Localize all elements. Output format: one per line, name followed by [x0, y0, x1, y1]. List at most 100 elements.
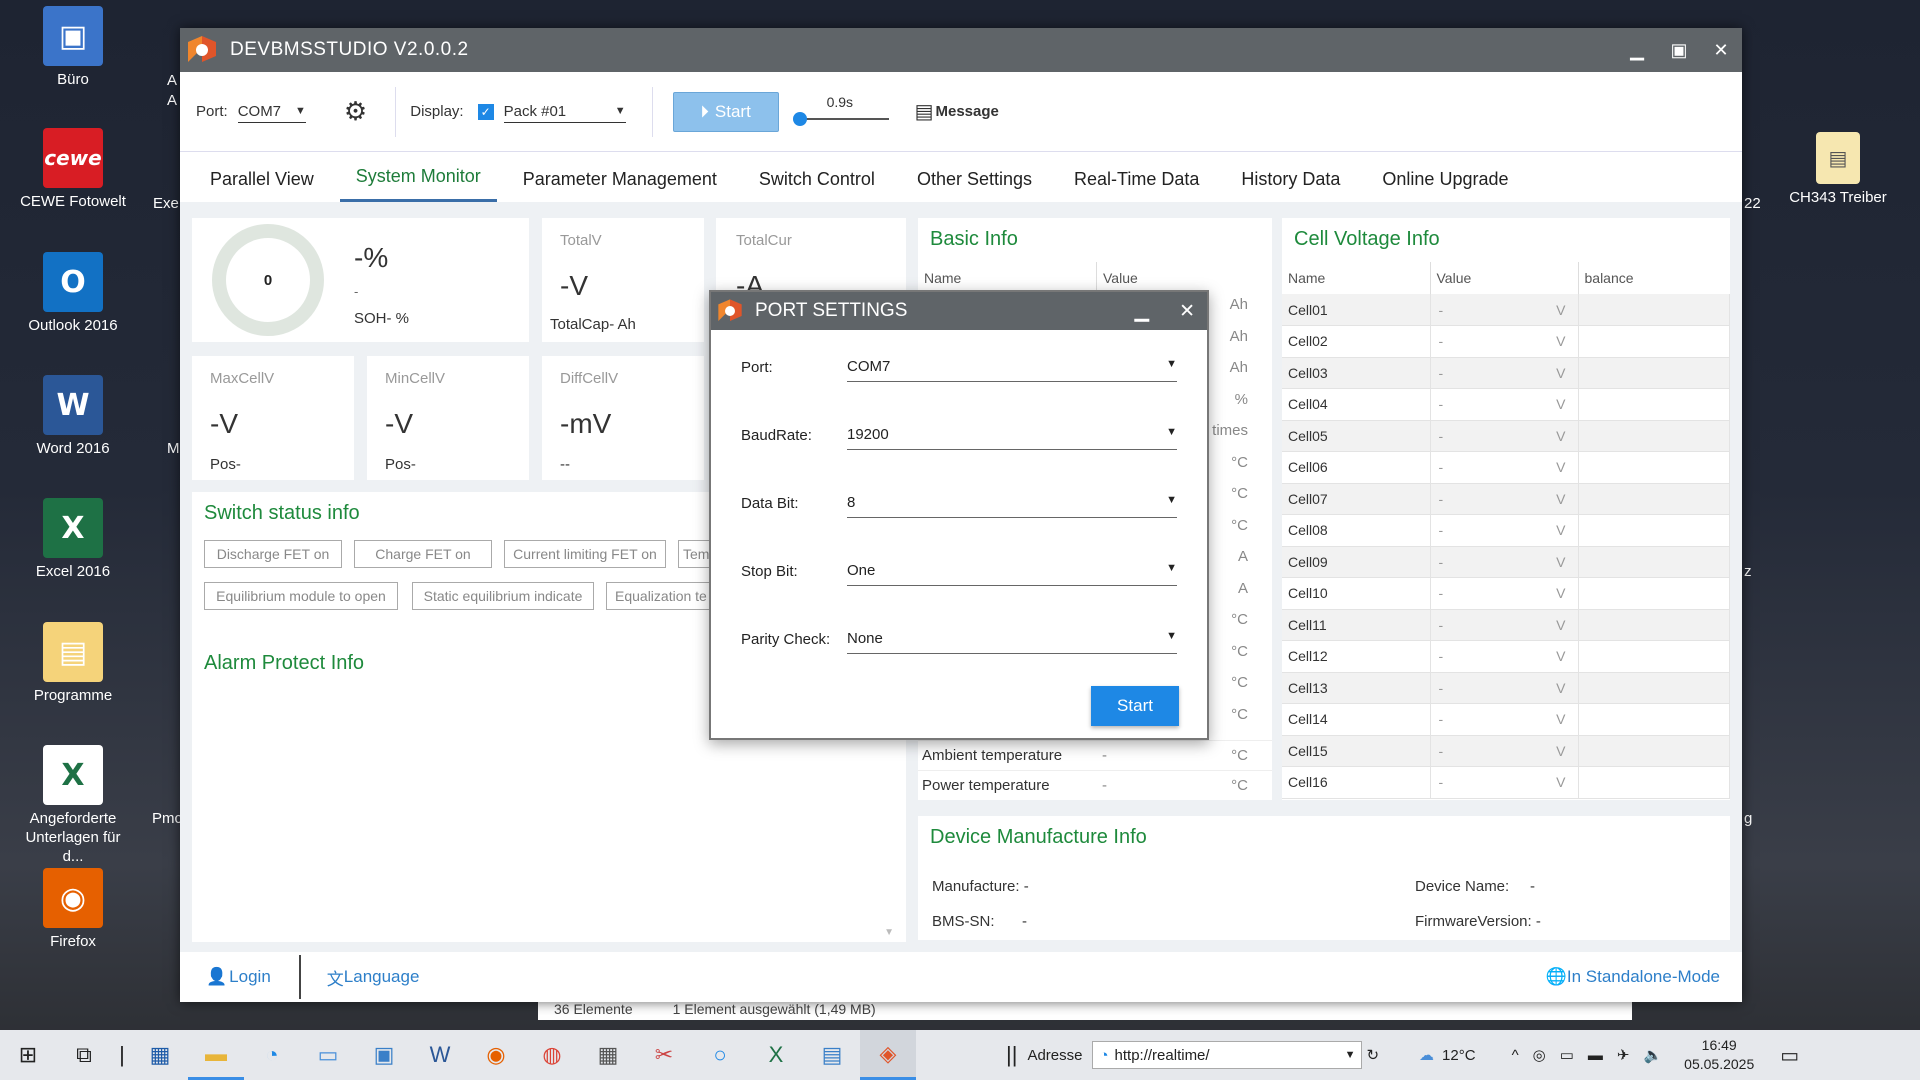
word-icon[interactable]: W — [412, 1030, 468, 1080]
soc-value: 0 — [263, 271, 273, 289]
dialog-start-button[interactable]: Start — [1091, 686, 1179, 726]
window-icon[interactable]: ▤ — [804, 1030, 860, 1080]
current-limiting-fet-button[interactable]: Current limiting FET on — [504, 540, 666, 568]
table-row[interactable]: Cell04- V — [1282, 388, 1730, 421]
desktop-icon[interactable]: X Excel 2016 — [18, 498, 128, 581]
cell-name: Cell07 — [1282, 483, 1431, 515]
table-row[interactable]: Cell06- V — [1282, 451, 1730, 484]
desktop-icon[interactable]: W Word 2016 — [18, 375, 128, 458]
battery-icon[interactable]: ▬ — [1588, 1047, 1603, 1064]
field-select[interactable]: COM7 ▼ — [847, 352, 1177, 382]
edge-icon[interactable]: ◔ — [244, 1030, 300, 1080]
field-select[interactable]: 19200 ▼ — [847, 420, 1177, 450]
cell-value: -V — [1430, 640, 1579, 673]
control-panel-icon[interactable]: ▣ — [356, 1030, 412, 1080]
task-view-icon[interactable]: ⧉ — [56, 1030, 112, 1080]
devbms-taskbar-icon[interactable]: ◈ — [860, 1030, 916, 1080]
desktop-icon[interactable]: ▣ Büro — [18, 6, 128, 89]
login-button[interactable]: Login — [229, 967, 271, 987]
address-input[interactable]: ◔ http://realtime/ ▼ — [1092, 1041, 1363, 1069]
table-row[interactable]: Cell16- V — [1282, 766, 1730, 799]
windows-start-icon[interactable]: ⊞ — [0, 1030, 56, 1080]
desktop-icon[interactable]: cewe CEWE Fotowelt — [18, 128, 128, 211]
port-select[interactable]: COM7 ▼ — [237, 101, 306, 123]
field-select[interactable]: 8 ▼ — [847, 488, 1177, 518]
file-explorer-icon[interactable]: ▬ — [188, 1030, 244, 1080]
table-row[interactable]: Cell13- V — [1282, 672, 1730, 704]
discharge-fet-button[interactable]: Discharge FET on — [204, 540, 342, 568]
scroll-down-icon[interactable]: ▼ — [884, 927, 894, 938]
table-row[interactable]: Cell02- V — [1282, 325, 1730, 358]
static-equilibrium-button[interactable]: Static equilibrium indicate — [412, 582, 594, 610]
calculator-icon[interactable]: ▦ — [580, 1030, 636, 1080]
table-row[interactable]: Cell05- V — [1282, 420, 1730, 452]
firefox-icon[interactable]: ◉ — [468, 1030, 524, 1080]
charge-fet-button[interactable]: Charge FET on — [354, 540, 492, 568]
desktop-icon[interactable]: X Angeforderte Unterlagen für d... — [18, 745, 128, 866]
table-row[interactable]: Cell15- V — [1282, 735, 1730, 767]
title-bar[interactable]: DEVBMSSTUDIO V2.0.0.2 ▁ ▣ ✕ — [180, 28, 1742, 72]
maximize-icon[interactable]: ▣ — [1658, 40, 1700, 61]
pack-select[interactable]: Pack #01 ▼ — [503, 101, 626, 123]
field-select[interactable]: One ▼ — [847, 556, 1177, 586]
close-icon[interactable]: ✕ — [1179, 300, 1195, 323]
table-row[interactable]: Cell01- V — [1282, 294, 1730, 326]
table-row[interactable]: Cell03- V — [1282, 357, 1730, 389]
weather-icon[interactable]: ☁ — [1419, 1046, 1434, 1064]
excel-icon[interactable]: X — [748, 1030, 804, 1080]
snipping-icon[interactable]: ✂ — [636, 1030, 692, 1080]
tab-online-upgrade[interactable]: Online Upgrade — [1366, 169, 1524, 202]
tab-system-monitor[interactable]: System Monitor — [339, 166, 497, 202]
desktop-icon[interactable]: O Outlook 2016 — [18, 252, 128, 335]
table-row[interactable]: Cell09- V — [1282, 546, 1730, 578]
table-row[interactable]: Cell14- V — [1282, 703, 1730, 736]
desktop-icon[interactable]: ▤ Programme — [18, 622, 128, 705]
table-row[interactable]: Cell12- V — [1282, 640, 1730, 673]
table-row[interactable]: Cell08- V — [1282, 514, 1730, 547]
volume-icon[interactable]: 🔈 — [1643, 1046, 1662, 1064]
display-checkbox[interactable]: ✓ — [477, 103, 494, 120]
cell-balance — [1578, 420, 1730, 452]
temperature-value: 12°C — [1442, 1046, 1476, 1064]
tab-parameter-management[interactable]: Parameter Management — [507, 169, 733, 202]
equalization-button[interactable]: Equalization te — [606, 582, 718, 610]
desktop-icon-ch343[interactable]: ▤ CH343 Treiber — [1783, 132, 1893, 207]
interval-slider[interactable]: 0.9s — [792, 92, 893, 132]
tab-switch-control[interactable]: Switch Control — [743, 169, 891, 202]
table-row[interactable]: Cell11- V — [1282, 609, 1730, 641]
network-icon[interactable]: ▭ — [1560, 1046, 1574, 1064]
table-row[interactable]: Cell10- V — [1282, 577, 1730, 610]
address-value: http://realtime/ — [1114, 1046, 1210, 1064]
chevron-up-icon[interactable]: ^ — [1512, 1047, 1519, 1064]
dialog-title-bar[interactable]: PORT SETTINGS ▁ ✕ — [711, 292, 1207, 330]
tab-parallel-view[interactable]: Parallel View — [194, 169, 330, 202]
notification-icon[interactable]: ▭ — [1780, 1043, 1799, 1068]
message-icon[interactable]: ▤ — [915, 99, 934, 124]
start-button[interactable]: ⏵ Start — [672, 91, 779, 132]
close-icon[interactable]: ✕ — [1700, 40, 1742, 61]
message-label[interactable]: Message — [936, 103, 999, 120]
store-icon[interactable]: ▦ — [132, 1030, 188, 1080]
minimize-icon[interactable]: ▁ — [1134, 300, 1149, 323]
chevron-down-icon[interactable]: ▼ — [1345, 1049, 1356, 1061]
tab-history-data[interactable]: History Data — [1225, 169, 1356, 202]
device-info-card: Device Manufacture Info Manufacture: - B… — [918, 816, 1730, 940]
refresh-icon[interactable]: ↻ — [1366, 1046, 1379, 1064]
tab-other-settings[interactable]: Other Settings — [901, 169, 1048, 202]
airplane-icon[interactable]: ✈ — [1617, 1046, 1630, 1064]
chrome-icon[interactable]: ◍ — [524, 1030, 580, 1080]
clock-time: 16:49 — [1701, 1037, 1737, 1053]
desktop-icon[interactable]: ◉ Firefox — [18, 868, 128, 951]
language-button[interactable]: Language — [344, 967, 420, 987]
equilibrium-module-button[interactable]: Equilibrium module to open — [204, 582, 398, 610]
slider-thumb[interactable] — [792, 111, 807, 126]
table-row[interactable]: Cell07- V — [1282, 483, 1730, 515]
tab-real-time-data[interactable]: Real-Time Data — [1058, 169, 1215, 202]
field-select[interactable]: None ▼ — [847, 624, 1177, 654]
computer-icon[interactable]: ▭ — [300, 1030, 356, 1080]
clock[interactable]: 16:49 05.05.2025 — [1684, 1036, 1754, 1074]
minimize-icon[interactable]: ▁ — [1616, 40, 1658, 61]
cortana-icon[interactable]: ○ — [692, 1030, 748, 1080]
record-icon[interactable]: ◎ — [1533, 1046, 1546, 1064]
gear-icon[interactable]: ⚙ — [344, 96, 367, 127]
